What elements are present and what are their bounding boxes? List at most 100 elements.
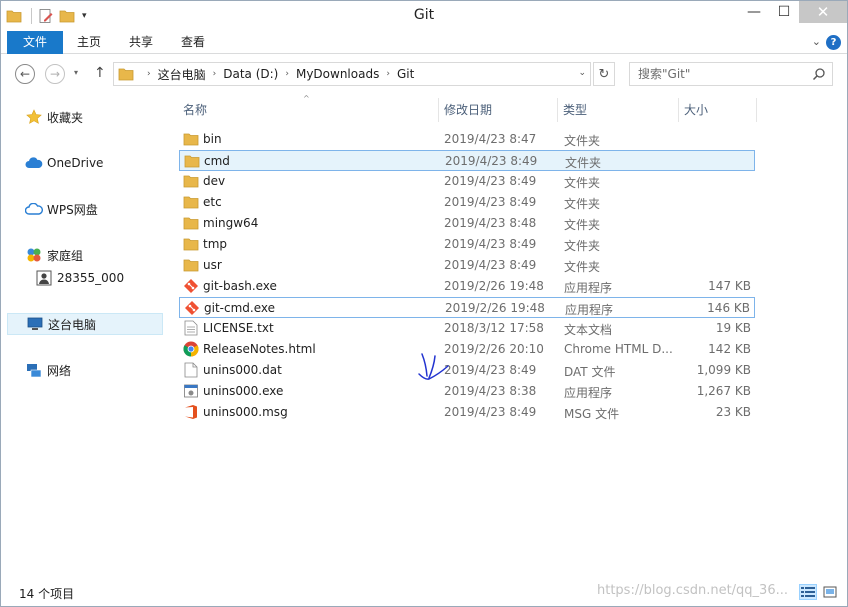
navpane-favorites[interactable]: 收藏夹 [7,106,163,128]
file-size: 147 KB [708,279,751,293]
navpane-user[interactable]: 28355_000 [7,267,163,289]
file-row[interactable]: unins000.msg 2019/4/23 8:49 MSG 文件 23 KB [179,402,755,423]
file-name: tmp [203,237,228,251]
file-type: Chrome HTML D... [564,342,673,356]
large-icons-view-button[interactable] [821,584,839,600]
file-type: 文件夹 [564,197,601,211]
toolbar-separator [31,8,32,24]
minimize-button[interactable]: — [739,1,769,23]
file-name: etc [203,195,222,209]
column-divider[interactable] [756,98,757,122]
column-header-name[interactable]: 名称 [183,98,207,122]
column-header-size[interactable]: 大小 [684,98,708,122]
maximize-button[interactable]: ☐ [769,1,799,23]
search-input[interactable] [630,63,800,85]
file-name: usr [203,258,222,272]
tab-share[interactable]: 共享 [119,31,163,54]
file-date: 2019/4/23 8:49 [444,405,537,419]
new-folder-icon[interactable] [58,7,76,25]
customize-toolbar-dropdown[interactable]: ▾ [82,11,87,21]
file-row[interactable]: git-cmd.exe 2019/2/26 19:48 应用程序 146 KB [179,297,755,318]
homegroup-icon [25,246,43,264]
column-header-type[interactable]: 类型 [563,98,587,122]
help-icon[interactable]: ? [826,35,841,50]
forward-button[interactable]: → [45,64,65,84]
expand-ribbon-icon[interactable]: ⌄ [812,35,821,48]
file-date: 2019/4/23 8:49 [445,154,538,168]
navpane-onedrive[interactable]: OneDrive [7,152,163,174]
caption-buttons: — ☐ ✕ [739,1,847,25]
file-type: 文件夹 [564,260,601,274]
file-row[interactable]: unins000.exe 2019/4/23 8:38 应用程序 1,267 KB [179,381,755,402]
file-row[interactable]: bin 2019/4/23 8:47 文件夹 [179,129,755,150]
file-row[interactable]: ReleaseNotes.html 2019/2/26 20:10 Chrome H… [179,339,755,360]
ribbon-tabs: 文件 主页 共享 查看 ⌄ ? [1,31,847,54]
file-name: dev [203,174,226,188]
navpane-label: OneDrive [47,156,104,170]
breadcrumb-separator[interactable]: › [147,69,151,79]
navpane-wps-drive[interactable]: WPS网盘 [7,198,163,220]
chrome-icon [183,341,199,357]
refresh-button[interactable]: ↻ [593,62,615,86]
status-bar: 14 个项目 https://blog.csdn.net/qq_36... [1,578,847,606]
breadcrumb-separator[interactable]: › [285,69,289,79]
item-count: 14 个项目 [19,587,75,601]
address-bar[interactable]: › 这台电脑 › Data (D:) › MyDownloads › Git ⌄ [113,62,591,86]
up-button[interactable]: ↑ [94,65,106,81]
file-row[interactable]: cmd 2019/4/23 8:49 文件夹 [179,150,755,171]
user-icon [35,269,53,287]
column-header-date[interactable]: 修改日期 [444,98,492,122]
cloud-icon [25,154,43,172]
file-row[interactable]: unins000.dat 2019/4/23 8:49 DAT 文件 1,099 KB [179,360,755,381]
file-row[interactable]: git-bash.exe 2019/2/26 19:48 应用程序 147 KB [179,276,755,297]
file-row[interactable]: etc 2019/4/23 8:49 文件夹 [179,192,755,213]
file-row[interactable]: usr 2019/4/23 8:49 文件夹 [179,255,755,276]
navpane-network[interactable]: 网络 [7,359,163,381]
installer-icon [183,383,199,399]
column-divider[interactable] [557,98,558,122]
breadcrumb-git[interactable]: Git [397,67,414,81]
navpane-homegroup[interactable]: 家庭组 [7,244,163,266]
column-divider[interactable] [438,98,439,122]
file-date: 2019/2/26 19:48 [445,301,545,315]
sort-indicator: ^ [303,94,310,103]
office-icon [183,404,199,420]
folder-icon [183,236,199,252]
file-name: unins000.msg [203,405,288,419]
tab-home[interactable]: 主页 [67,31,111,54]
file-row[interactable]: LICENSE.txt 2018/3/12 17:58 文本文档 19 KB [179,318,755,339]
file-row[interactable]: mingw64 2019/4/23 8:48 文件夹 [179,213,755,234]
recent-locations-dropdown[interactable]: ▾ [74,68,78,77]
folder-icon [184,153,200,169]
close-button[interactable]: ✕ [799,1,847,23]
folder-icon [118,67,134,81]
file-type: DAT 文件 [564,365,616,379]
file-type: 文件夹 [564,239,601,253]
breadcrumb-separator[interactable]: › [386,69,390,79]
search-icon[interactable] [812,67,826,84]
file-date: 2019/4/23 8:48 [444,216,537,230]
file-name: ReleaseNotes.html [203,342,316,356]
column-divider[interactable] [678,98,679,122]
details-view-button[interactable] [799,584,817,600]
breadcrumb-mydownloads[interactable]: MyDownloads [296,67,379,81]
tab-view[interactable]: 查看 [171,31,215,54]
file-row[interactable]: dev 2019/4/23 8:49 文件夹 [179,171,755,192]
navpane-this-pc[interactable]: 这台电脑 [7,313,163,335]
properties-icon[interactable] [37,7,55,25]
tab-file[interactable]: 文件 [7,31,63,54]
search-box[interactable] [629,62,833,86]
navpane-label: WPS网盘 [47,202,98,217]
file-name: unins000.dat [203,363,282,377]
breadcrumb-data-drive[interactable]: Data (D:) [223,67,278,81]
breadcrumb-separator[interactable]: › [213,69,217,79]
file-type: 应用程序 [565,303,614,317]
file-row[interactable]: tmp 2019/4/23 8:49 文件夹 [179,234,755,255]
file-name: git-cmd.exe [204,301,275,315]
breadcrumb-this-pc[interactable]: 这台电脑 [158,66,206,83]
file-size: 146 KB [707,301,750,315]
blank-file-icon [183,362,199,378]
address-dropdown[interactable]: ⌄ [578,68,586,78]
folder-icon[interactable] [5,7,23,25]
back-button[interactable]: ← [15,64,35,84]
